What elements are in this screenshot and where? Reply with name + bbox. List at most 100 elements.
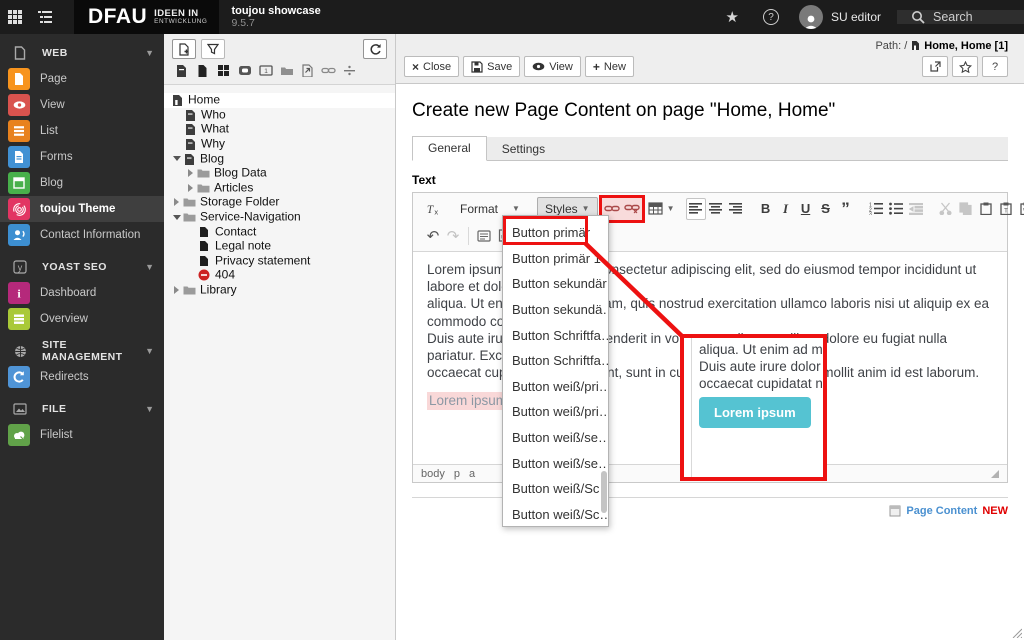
drag-doc-icon[interactable] — [195, 63, 210, 78]
help-icon[interactable]: ? — [762, 9, 779, 25]
module-header-file[interactable]: FILE ▼ — [0, 396, 164, 422]
style-option[interactable]: Button weiß/Sc… — [503, 502, 608, 526]
tree-node-who[interactable]: Who — [164, 107, 395, 123]
numbered-list-button[interactable]: 123 — [866, 198, 886, 220]
save-button[interactable]: Save — [463, 56, 521, 77]
bookmark-star-icon[interactable]: ★ — [714, 8, 751, 26]
rte-resize-grip[interactable] — [991, 469, 999, 478]
new-button[interactable]: + New — [584, 56, 634, 77]
strikethrough-button[interactable]: S — [816, 198, 836, 220]
view-button[interactable]: View — [524, 56, 581, 77]
bullet-list-button[interactable] — [886, 198, 906, 220]
italic-button[interactable]: I — [776, 198, 796, 220]
user-menu[interactable]: SU editor — [791, 5, 897, 29]
blockquote-button[interactable]: ” — [836, 198, 856, 220]
paste-word-button[interactable]: W — [1016, 198, 1024, 220]
sidebar-item-contact-information[interactable]: Contact Information — [0, 222, 164, 248]
style-option[interactable]: Button Schriftfa… — [503, 322, 608, 348]
close-button[interactable]: × Close — [404, 56, 460, 77]
help-button[interactable]: ? — [982, 56, 1008, 77]
sidebar-item-redirects[interactable]: Redirects — [0, 364, 164, 390]
new-page-button[interactable] — [172, 39, 196, 59]
dropdown-scrollbar-thumb[interactable] — [601, 471, 607, 513]
expand-toggle-icon[interactable] — [171, 197, 182, 208]
search-input[interactable]: Search — [897, 10, 1024, 24]
drag-mount-icon[interactable] — [237, 63, 252, 78]
drag-link-icon[interactable] — [321, 63, 336, 78]
sidebar-item-filelist[interactable]: Filelist — [0, 422, 164, 448]
tree-node-legal-note[interactable]: Legal note — [164, 239, 395, 254]
style-option[interactable]: Button sekundä… — [503, 297, 608, 323]
drag-folder-icon[interactable] — [279, 63, 294, 78]
drag-shortcut-icon[interactable] — [300, 63, 315, 78]
expand-toggle-icon[interactable] — [185, 182, 196, 193]
remove-format-button[interactable]: Tx — [423, 198, 443, 220]
style-option[interactable]: Button primär 1… — [503, 246, 608, 272]
tree-node-storage-folder[interactable]: Storage Folder — [164, 195, 395, 210]
tree-node-service-navigation[interactable]: Service-Navigation — [164, 210, 395, 225]
paste-button[interactable] — [976, 198, 996, 220]
sidebar-item-list[interactable]: List — [0, 118, 164, 144]
tree-node-privacy-statement[interactable]: Privacy statement — [164, 253, 395, 269]
sidebar-item-dashboard[interactable]: i Dashboard — [0, 280, 164, 306]
sidebar-item-blog[interactable]: Blog — [0, 170, 164, 196]
paste-text-button[interactable]: T — [996, 198, 1016, 220]
sidebar-item-toujou-theme[interactable]: toujou Theme — [0, 196, 164, 222]
element-path-a[interactable]: a — [469, 468, 475, 480]
table-caret-icon[interactable]: ▼ — [666, 198, 676, 220]
underline-button[interactable]: U — [796, 198, 816, 220]
style-option[interactable]: Button sekundär — [503, 271, 608, 297]
show-blocks-button[interactable] — [474, 225, 494, 247]
element-path-p[interactable]: p — [454, 468, 460, 480]
table-button[interactable] — [646, 198, 666, 220]
tree-node-what[interactable]: What — [164, 122, 395, 137]
tab-general[interactable]: General — [412, 136, 487, 161]
bold-button[interactable]: B — [756, 198, 776, 220]
copy-button[interactable] — [956, 198, 976, 220]
drag-grid-icon[interactable] — [216, 63, 231, 78]
unlink-button[interactable] — [622, 198, 642, 220]
style-option[interactable]: Button Schriftfa… — [503, 348, 608, 374]
drag-spacer-icon[interactable] — [342, 63, 357, 78]
tree-node-home[interactable]: Home — [164, 93, 395, 108]
tree-node-library[interactable]: Library — [164, 283, 395, 298]
tree-node-blog-data[interactable]: Blog Data — [164, 166, 395, 181]
tree-node-contact[interactable]: Contact — [164, 224, 395, 239]
drag-page-icon[interactable] — [174, 63, 189, 78]
module-header-yoast[interactable]: y YOAST SEO ▼ — [0, 254, 164, 280]
cut-button[interactable] — [936, 198, 956, 220]
style-option[interactable]: Button weiß/pri… — [503, 374, 608, 400]
expand-toggle-icon[interactable] — [185, 168, 196, 179]
expand-toggle-icon[interactable] — [171, 285, 182, 296]
style-option[interactable]: Button weiß/se… — [503, 450, 608, 476]
tab-settings[interactable]: Settings — [487, 138, 560, 161]
style-option[interactable]: Button weiß/se… — [503, 425, 608, 451]
style-option[interactable]: Button weiß/pri… — [503, 399, 608, 425]
element-path-body[interactable]: body — [421, 468, 445, 480]
pagetree-toggle-button[interactable] — [30, 0, 60, 34]
tree-node-blog[interactable]: Blog — [164, 151, 395, 166]
rte-styled-link[interactable]: Lorem ipsum — [427, 392, 510, 410]
bookmark-button[interactable] — [952, 56, 978, 77]
module-header-site-management[interactable]: SITE MANAGEMENT ▼ — [0, 338, 164, 364]
align-left-button[interactable] — [685, 197, 706, 220]
align-center-button[interactable] — [706, 198, 726, 220]
collapse-toggle-icon[interactable] — [171, 153, 182, 164]
outdent-button[interactable] — [906, 198, 926, 220]
style-option-button-primaer[interactable]: Button primär — [503, 220, 608, 246]
tree-node-404[interactable]: 404 — [164, 268, 395, 283]
open-new-window-button[interactable] — [922, 56, 948, 77]
redo-button[interactable]: ↷ — [443, 225, 463, 247]
record-label[interactable]: Page Content — [906, 505, 977, 517]
sidebar-item-forms[interactable]: Forms — [0, 144, 164, 170]
undo-button[interactable]: ↶ — [423, 225, 443, 247]
collapse-toggle-icon[interactable] — [171, 212, 182, 223]
window-resize-grip[interactable] — [1010, 626, 1022, 638]
align-right-button[interactable] — [726, 198, 746, 220]
modules-toggle-button[interactable] — [0, 0, 30, 34]
sidebar-item-overview[interactable]: Overview — [0, 306, 164, 332]
dfau-logo[interactable]: DFAU IDEEN IN ENTWICKLUNG — [74, 0, 220, 34]
module-header-web[interactable]: WEB ▼ — [0, 40, 164, 66]
sidebar-item-view[interactable]: View — [0, 92, 164, 118]
refresh-button[interactable] — [363, 39, 387, 59]
